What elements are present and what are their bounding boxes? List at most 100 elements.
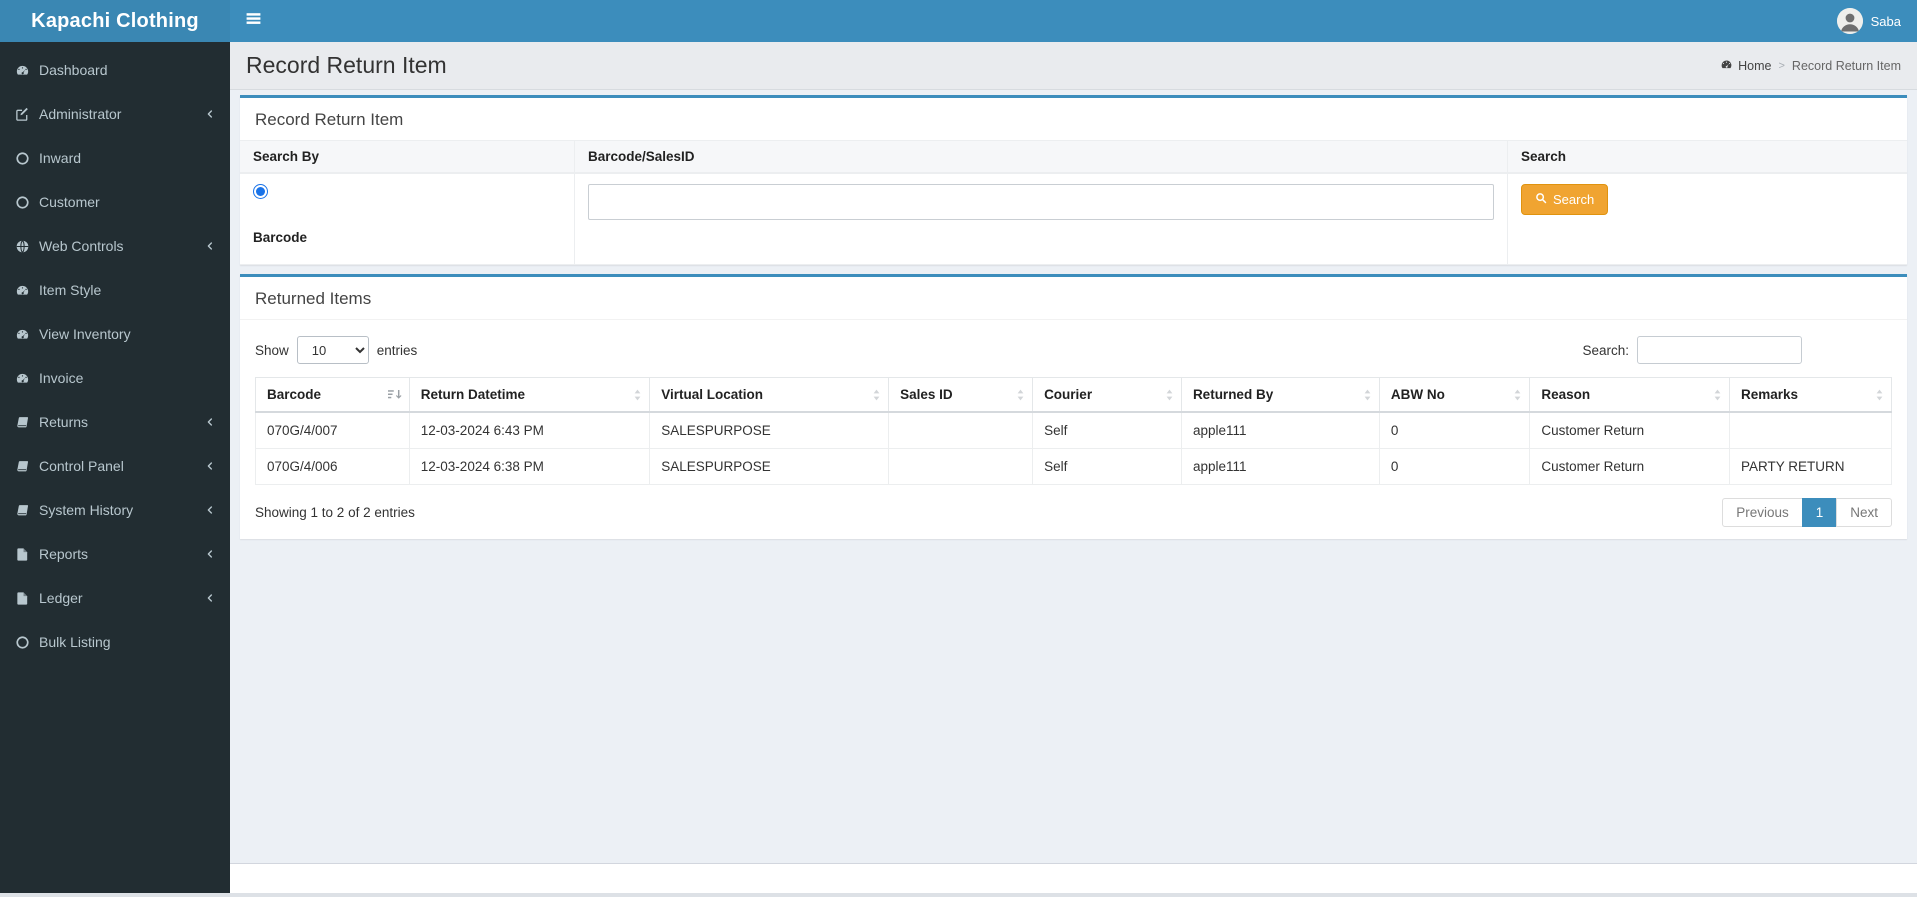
sort-icon bbox=[1016, 388, 1025, 401]
sort-icon bbox=[1363, 388, 1372, 401]
column-header-barcode[interactable]: Barcode bbox=[255, 377, 410, 413]
cell-return-datetime: 12-03-2024 6:38 PM bbox=[408, 448, 651, 485]
page-size-select[interactable]: 10 bbox=[296, 336, 369, 364]
chevron-left-icon bbox=[205, 417, 215, 427]
chevron-left-icon bbox=[205, 461, 215, 471]
barcode-radio[interactable] bbox=[253, 184, 268, 199]
chevron-left-icon bbox=[205, 505, 215, 515]
sidebar-item-web-controls[interactable]: Web Controls bbox=[0, 224, 230, 268]
breadcrumb-separator: > bbox=[1778, 59, 1785, 72]
search-cell: Search bbox=[1508, 173, 1907, 265]
table-search-control: Search: bbox=[1582, 336, 1802, 364]
datatable-controls: Show 10 entries Search: bbox=[255, 336, 1892, 364]
sidebar-item-label: Customer bbox=[39, 194, 100, 210]
cell-reason: Customer Return bbox=[1529, 448, 1730, 485]
sidebar-item-label: Returns bbox=[39, 414, 89, 430]
column-header-returned-by[interactable]: Returned By bbox=[1180, 377, 1380, 413]
sidebar-item-label: System History bbox=[39, 502, 134, 518]
barcode-salesid-input[interactable] bbox=[588, 184, 1494, 220]
gauge-icon bbox=[15, 63, 39, 78]
chevron-left-icon bbox=[205, 549, 215, 559]
column-header-courier[interactable]: Courier bbox=[1032, 377, 1182, 413]
cell-return-datetime: 12-03-2024 6:43 PM bbox=[408, 411, 651, 449]
sidebar-item-label: Bulk Listing bbox=[39, 634, 111, 650]
column-header-return-datetime[interactable]: Return Datetime bbox=[408, 377, 651, 413]
sidebar-item-returns[interactable]: Returns bbox=[0, 400, 230, 444]
sidebar-item-inward[interactable]: Inward bbox=[0, 136, 230, 180]
sidebar-item-system-history[interactable]: System History bbox=[0, 488, 230, 532]
main-wrapper: Dashboard Administrator Inward Customer Web … bbox=[0, 42, 1917, 893]
search-icon bbox=[1535, 192, 1547, 207]
page-1-button[interactable]: 1 bbox=[1801, 498, 1838, 527]
page-length-control: Show 10 entries bbox=[255, 336, 417, 364]
sort-icon bbox=[633, 388, 642, 401]
sidebar-toggle-button[interactable] bbox=[230, 0, 276, 42]
search-button[interactable]: Search bbox=[1521, 184, 1609, 215]
record-return-item-panel: Record Return Item Search By Barcode/Sal… bbox=[240, 95, 1907, 265]
file-icon bbox=[15, 547, 39, 562]
previous-page-button[interactable]: Previous bbox=[1722, 498, 1803, 527]
app-window: Kapachi Clothing Saba Dashboard Administr… bbox=[0, 0, 1917, 897]
cell-sales-id bbox=[888, 411, 1034, 449]
sidebar-item-customer[interactable]: Customer bbox=[0, 180, 230, 224]
cell-abw-no: 0 bbox=[1378, 448, 1531, 485]
file-icon bbox=[15, 591, 39, 606]
page-footer bbox=[230, 863, 1917, 893]
barcode-salesid-cell bbox=[575, 173, 1508, 265]
book-icon bbox=[15, 415, 39, 430]
sidebar-item-item-style[interactable]: Item Style bbox=[0, 268, 230, 312]
show-label: Show bbox=[255, 342, 289, 358]
book-icon bbox=[15, 459, 39, 474]
sidebar-item-view-inventory[interactable]: View Inventory bbox=[0, 312, 230, 356]
chevron-left-icon bbox=[205, 593, 215, 603]
sidebar-item-label: View Inventory bbox=[39, 326, 131, 342]
search-header: Search bbox=[1508, 140, 1907, 173]
content-header: Record Return Item Home > Record Return … bbox=[230, 42, 1917, 90]
sidebar-item-administrator[interactable]: Administrator bbox=[0, 92, 230, 136]
cell-reason: Customer Return bbox=[1529, 411, 1730, 449]
column-header-sales-id[interactable]: Sales ID bbox=[888, 377, 1034, 413]
circle-icon bbox=[15, 195, 39, 210]
sidebar-item-label: Dashboard bbox=[39, 62, 108, 78]
breadcrumb-home-link[interactable]: Home bbox=[1720, 58, 1771, 74]
circle-icon bbox=[15, 151, 39, 166]
returned-items-body: Show 10 entries Search: Barcode Return Da… bbox=[240, 320, 1907, 539]
sidebar-item-label: Invoice bbox=[39, 370, 84, 386]
circle-icon bbox=[15, 635, 39, 650]
sidebar-item-control-panel[interactable]: Control Panel bbox=[0, 444, 230, 488]
gauge-icon bbox=[15, 283, 39, 298]
table-search-input[interactable] bbox=[1637, 336, 1802, 364]
breadcrumb-current: Record Return Item bbox=[1791, 58, 1901, 73]
search-by-cell: Barcode bbox=[240, 173, 575, 265]
user-menu[interactable]: Saba bbox=[1821, 0, 1917, 42]
column-header-virtual-location[interactable]: Virtual Location bbox=[649, 377, 890, 413]
sidebar: Dashboard Administrator Inward Customer Web … bbox=[0, 42, 230, 893]
sort-icon bbox=[1513, 388, 1522, 401]
cell-returned-by: apple111 bbox=[1180, 411, 1380, 449]
cell-barcode: 070G/4/006 bbox=[255, 448, 410, 485]
sidebar-item-ledger[interactable]: Ledger bbox=[0, 576, 230, 620]
barcode-salesid-header: Barcode/SalesID bbox=[575, 140, 1508, 173]
top-navbar: Kapachi Clothing Saba bbox=[0, 0, 1917, 42]
table-search-label: Search: bbox=[1582, 342, 1629, 358]
column-header-abw-no[interactable]: ABW No bbox=[1378, 377, 1531, 413]
search-button-label: Search bbox=[1553, 192, 1595, 207]
column-header-remarks[interactable]: Remarks bbox=[1728, 377, 1893, 413]
edit-icon bbox=[15, 107, 39, 122]
user-name: Saba bbox=[1870, 13, 1901, 29]
column-header-reason[interactable]: Reason bbox=[1529, 377, 1730, 413]
sidebar-item-invoice[interactable]: Invoice bbox=[0, 356, 230, 400]
sidebar-item-reports[interactable]: Reports bbox=[0, 532, 230, 576]
table-header-row: Barcode Return Datetime Virtual Location Sa… bbox=[255, 377, 1893, 413]
cell-courier: Self bbox=[1032, 411, 1182, 449]
cell-courier: Self bbox=[1032, 448, 1182, 485]
sidebar-item-bulk-listing[interactable]: Bulk Listing bbox=[0, 620, 230, 664]
app-logo[interactable]: Kapachi Clothing bbox=[0, 0, 230, 42]
pagination: Previous 1 Next bbox=[1722, 498, 1892, 527]
next-page-button[interactable]: Next bbox=[1836, 498, 1892, 527]
globe-icon bbox=[15, 239, 39, 254]
book-icon bbox=[15, 503, 39, 518]
sidebar-item-label: Control Panel bbox=[39, 458, 124, 474]
sidebar-item-dashboard[interactable]: Dashboard bbox=[0, 48, 230, 92]
table-row: 070G/4/007 12-03-2024 6:43 PM SALESPURPOSE… bbox=[255, 411, 1893, 449]
